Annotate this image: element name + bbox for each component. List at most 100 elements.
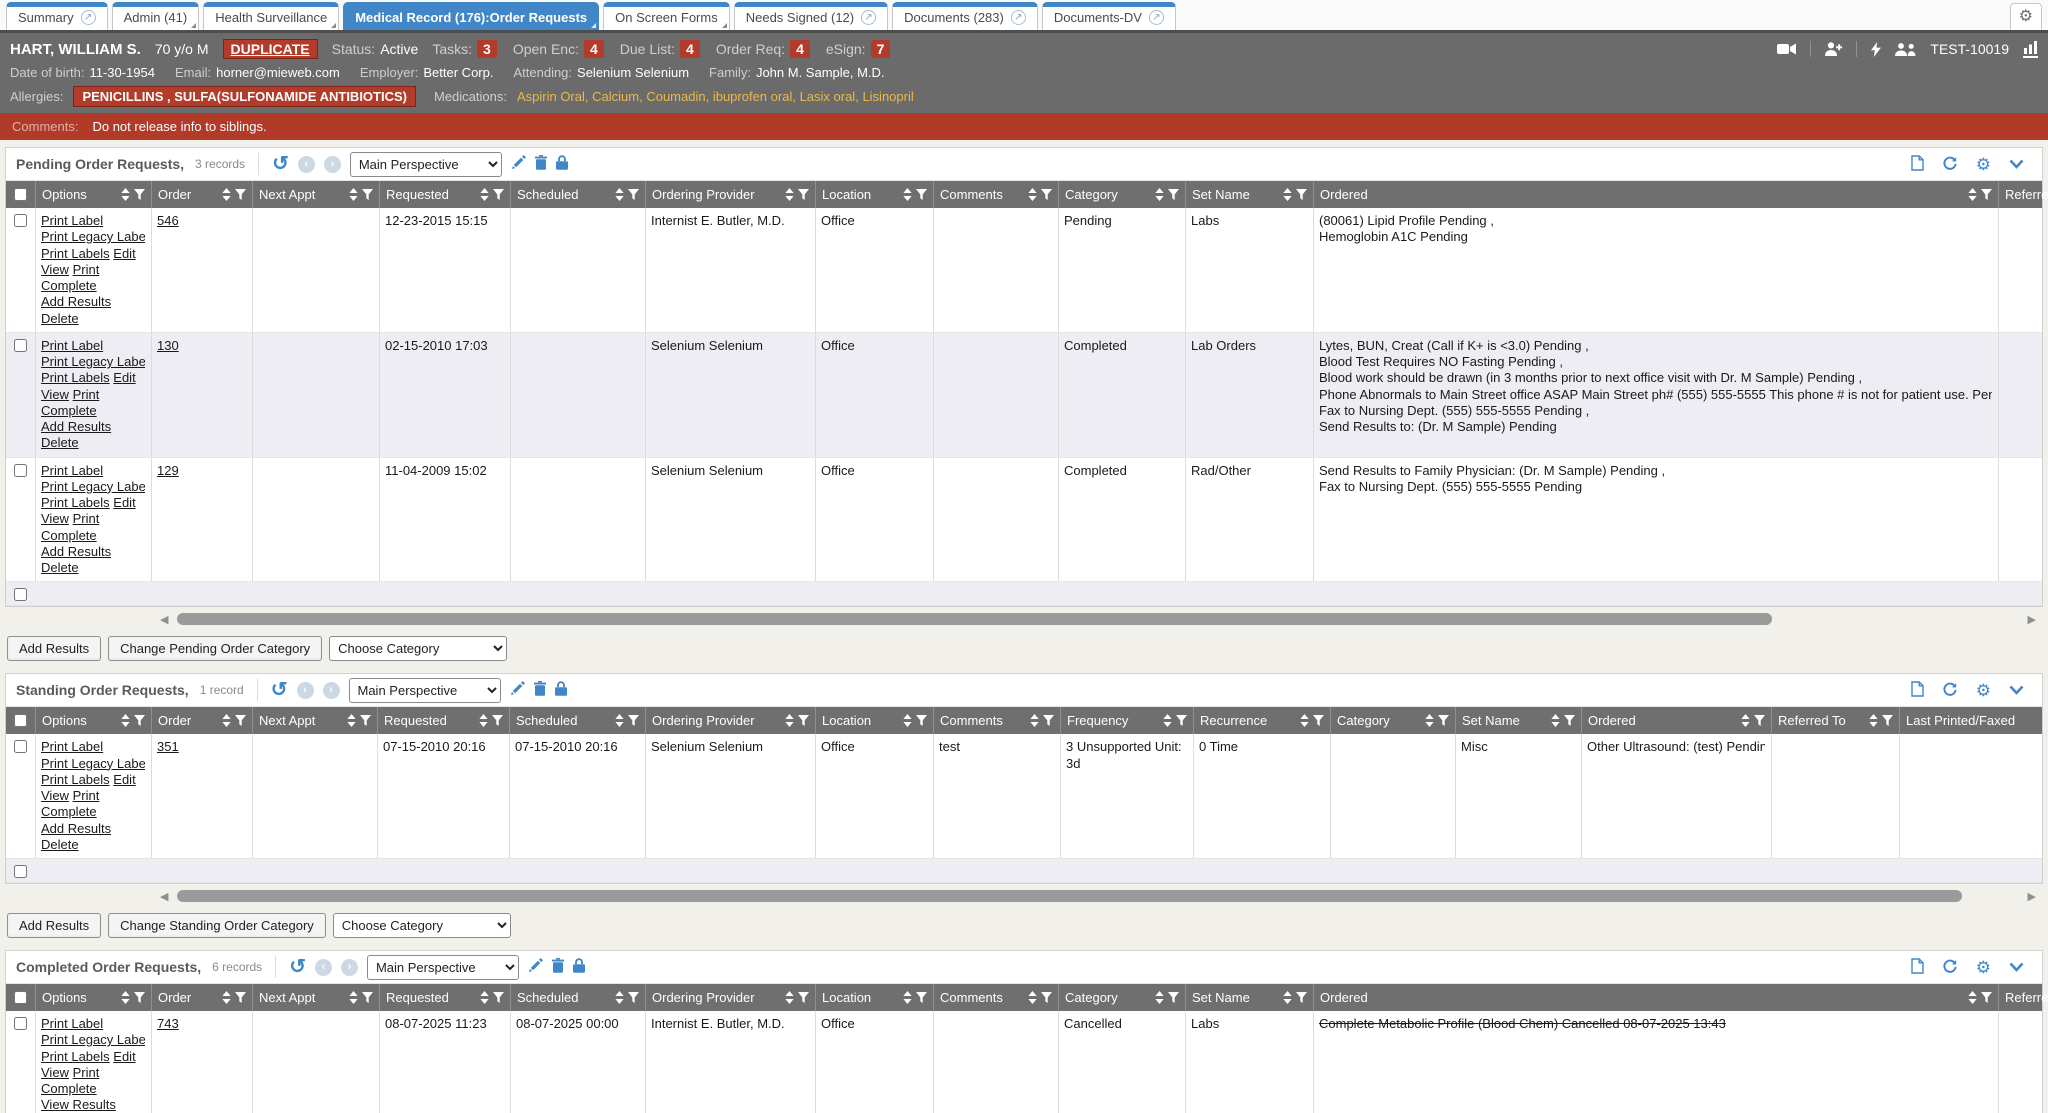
medication-link[interactable]: Lisinopril <box>862 89 913 104</box>
perspective-select[interactable]: Main Perspective <box>349 678 501 703</box>
video-camera-icon[interactable] <box>1777 43 1796 55</box>
lightning-icon[interactable] <box>1871 42 1881 57</box>
column-header-order[interactable]: Order <box>152 707 253 734</box>
sort-icon[interactable] <box>615 714 624 727</box>
filter-funnel-icon[interactable] <box>798 992 809 1003</box>
select-all-checkbox[interactable] <box>14 714 27 727</box>
option-link-complete[interactable]: Complete <box>41 1081 97 1096</box>
scrollbar-thumb[interactable] <box>177 613 1772 625</box>
column-header-options[interactable]: Options <box>36 984 152 1011</box>
filter-funnel-icon[interactable] <box>1168 189 1179 200</box>
order-number-link[interactable]: 743 <box>157 1016 179 1031</box>
filter-funnel-icon[interactable] <box>1296 992 1307 1003</box>
tab-summary[interactable]: Summary↗ <box>6 2 108 30</box>
filter-funnel-icon[interactable] <box>235 992 246 1003</box>
option-link-view-results[interactable]: View Results <box>41 1097 116 1112</box>
column-header-category[interactable]: Category <box>1331 707 1456 734</box>
column-header-frequency[interactable]: Frequency <box>1061 707 1194 734</box>
medication-link[interactable]: Coumadin <box>646 89 705 104</box>
sort-icon[interactable] <box>1968 188 1977 201</box>
filter-funnel-icon[interactable] <box>1041 189 1052 200</box>
filter-funnel-icon[interactable] <box>1041 992 1052 1003</box>
filter-funnel-icon[interactable] <box>493 189 504 200</box>
filter-funnel-icon[interactable] <box>362 189 373 200</box>
option-link-print-labels[interactable]: Print Labels <box>41 772 110 787</box>
column-header-set-name[interactable]: Set Name <box>1186 984 1314 1011</box>
filter-funnel-icon[interactable] <box>1981 189 1992 200</box>
filter-funnel-icon[interactable] <box>916 189 927 200</box>
popout-icon[interactable]: ↗ <box>861 10 876 25</box>
sort-icon[interactable] <box>121 991 130 1004</box>
refresh-icon[interactable] <box>1942 958 1958 973</box>
column-header-referred-to[interactable]: Referred To <box>1999 984 2048 1011</box>
filter-funnel-icon[interactable] <box>628 715 639 726</box>
option-link-print-legacy-label[interactable]: Print Legacy Label <box>41 229 145 244</box>
chevron-down-icon[interactable] <box>2009 685 2024 695</box>
column-header-requested[interactable]: Requested <box>378 707 510 734</box>
add-results-button[interactable]: Add Results <box>7 913 101 938</box>
sort-icon[interactable] <box>479 714 488 727</box>
scroll-right-arrow[interactable]: ▶ <box>2028 890 2036 903</box>
counter-badge[interactable]: 4 <box>790 40 810 58</box>
option-link-print-label[interactable]: Print Label <box>41 213 103 228</box>
option-link-print[interactable]: Print <box>73 511 100 526</box>
column-header-comments[interactable]: Comments <box>934 181 1059 208</box>
sort-icon[interactable] <box>903 188 912 201</box>
trash-icon[interactable] <box>535 155 547 170</box>
option-link-add-results[interactable]: Add Results <box>41 544 111 559</box>
option-link-edit[interactable]: Edit <box>113 370 135 385</box>
filter-funnel-icon[interactable] <box>628 189 639 200</box>
sort-icon[interactable] <box>1155 991 1164 1004</box>
option-link-delete[interactable]: Delete <box>41 560 79 575</box>
perspective-select[interactable]: Main Perspective <box>350 152 502 177</box>
option-link-print-label[interactable]: Print Label <box>41 338 103 353</box>
filter-funnel-icon[interactable] <box>1754 715 1765 726</box>
counter-badge[interactable]: 7 <box>871 40 891 58</box>
filter-funnel-icon[interactable] <box>798 715 809 726</box>
option-link-print-legacy-label[interactable]: Print Legacy Label <box>41 756 145 771</box>
option-link-print-labels[interactable]: Print Labels <box>41 495 110 510</box>
option-link-complete[interactable]: Complete <box>41 278 97 293</box>
sort-icon[interactable] <box>903 714 912 727</box>
tab-needs-signed-12[interactable]: Needs Signed (12)↗ <box>734 2 888 30</box>
document-icon[interactable] <box>1911 958 1924 974</box>
tab-on-screen-forms[interactable]: On Screen Forms <box>603 2 730 30</box>
option-link-complete[interactable]: Complete <box>41 403 97 418</box>
undo-icon[interactable]: ↺ <box>272 154 289 174</box>
document-icon[interactable] <box>1911 155 1924 171</box>
option-link-add-results[interactable]: Add Results <box>41 294 111 309</box>
column-header-set-name[interactable]: Set Name <box>1186 181 1314 208</box>
sort-icon[interactable] <box>121 714 130 727</box>
tab-admin-41[interactable]: Admin (41) <box>112 2 200 30</box>
choose-category-select[interactable]: Choose Category <box>329 636 507 661</box>
scrollbar-thumb[interactable] <box>177 890 1962 902</box>
filter-funnel-icon[interactable] <box>1043 715 1054 726</box>
medication-link[interactable]: Calcium <box>592 89 639 104</box>
column-header-order[interactable]: Order <box>152 181 253 208</box>
filter-funnel-icon[interactable] <box>235 715 246 726</box>
filter-funnel-icon[interactable] <box>1176 715 1187 726</box>
option-link-delete[interactable]: Delete <box>41 435 79 450</box>
column-header-ordering-provider[interactable]: Ordering Provider <box>646 181 816 208</box>
option-link-print-label[interactable]: Print Label <box>41 739 103 754</box>
filter-funnel-icon[interactable] <box>134 992 145 1003</box>
gear-icon[interactable]: ⚙ <box>1976 682 1991 699</box>
column-header-scheduled[interactable]: Scheduled <box>511 181 646 208</box>
column-header-requested[interactable]: Requested <box>380 181 511 208</box>
filter-funnel-icon[interactable] <box>916 992 927 1003</box>
chevron-down-icon[interactable] <box>2009 159 2024 169</box>
column-header-ordering-provider[interactable]: Ordering Provider <box>646 984 816 1011</box>
filter-funnel-icon[interactable] <box>134 715 145 726</box>
row-checkbox[interactable] <box>14 740 27 753</box>
column-header-ordered[interactable]: Ordered <box>1314 984 1999 1011</box>
order-number-link[interactable]: 546 <box>157 213 179 228</box>
order-number-link[interactable]: 129 <box>157 463 179 478</box>
sort-icon[interactable] <box>1030 714 1039 727</box>
sort-icon[interactable] <box>1283 188 1292 201</box>
sort-icon[interactable] <box>222 714 231 727</box>
undo-icon[interactable]: ↺ <box>289 957 306 977</box>
column-header-ordering-provider[interactable]: Ordering Provider <box>646 707 816 734</box>
sort-icon[interactable] <box>349 991 358 1004</box>
column-header-next-appt[interactable]: Next Appt <box>253 181 380 208</box>
counter-badge[interactable]: 4 <box>680 40 700 58</box>
